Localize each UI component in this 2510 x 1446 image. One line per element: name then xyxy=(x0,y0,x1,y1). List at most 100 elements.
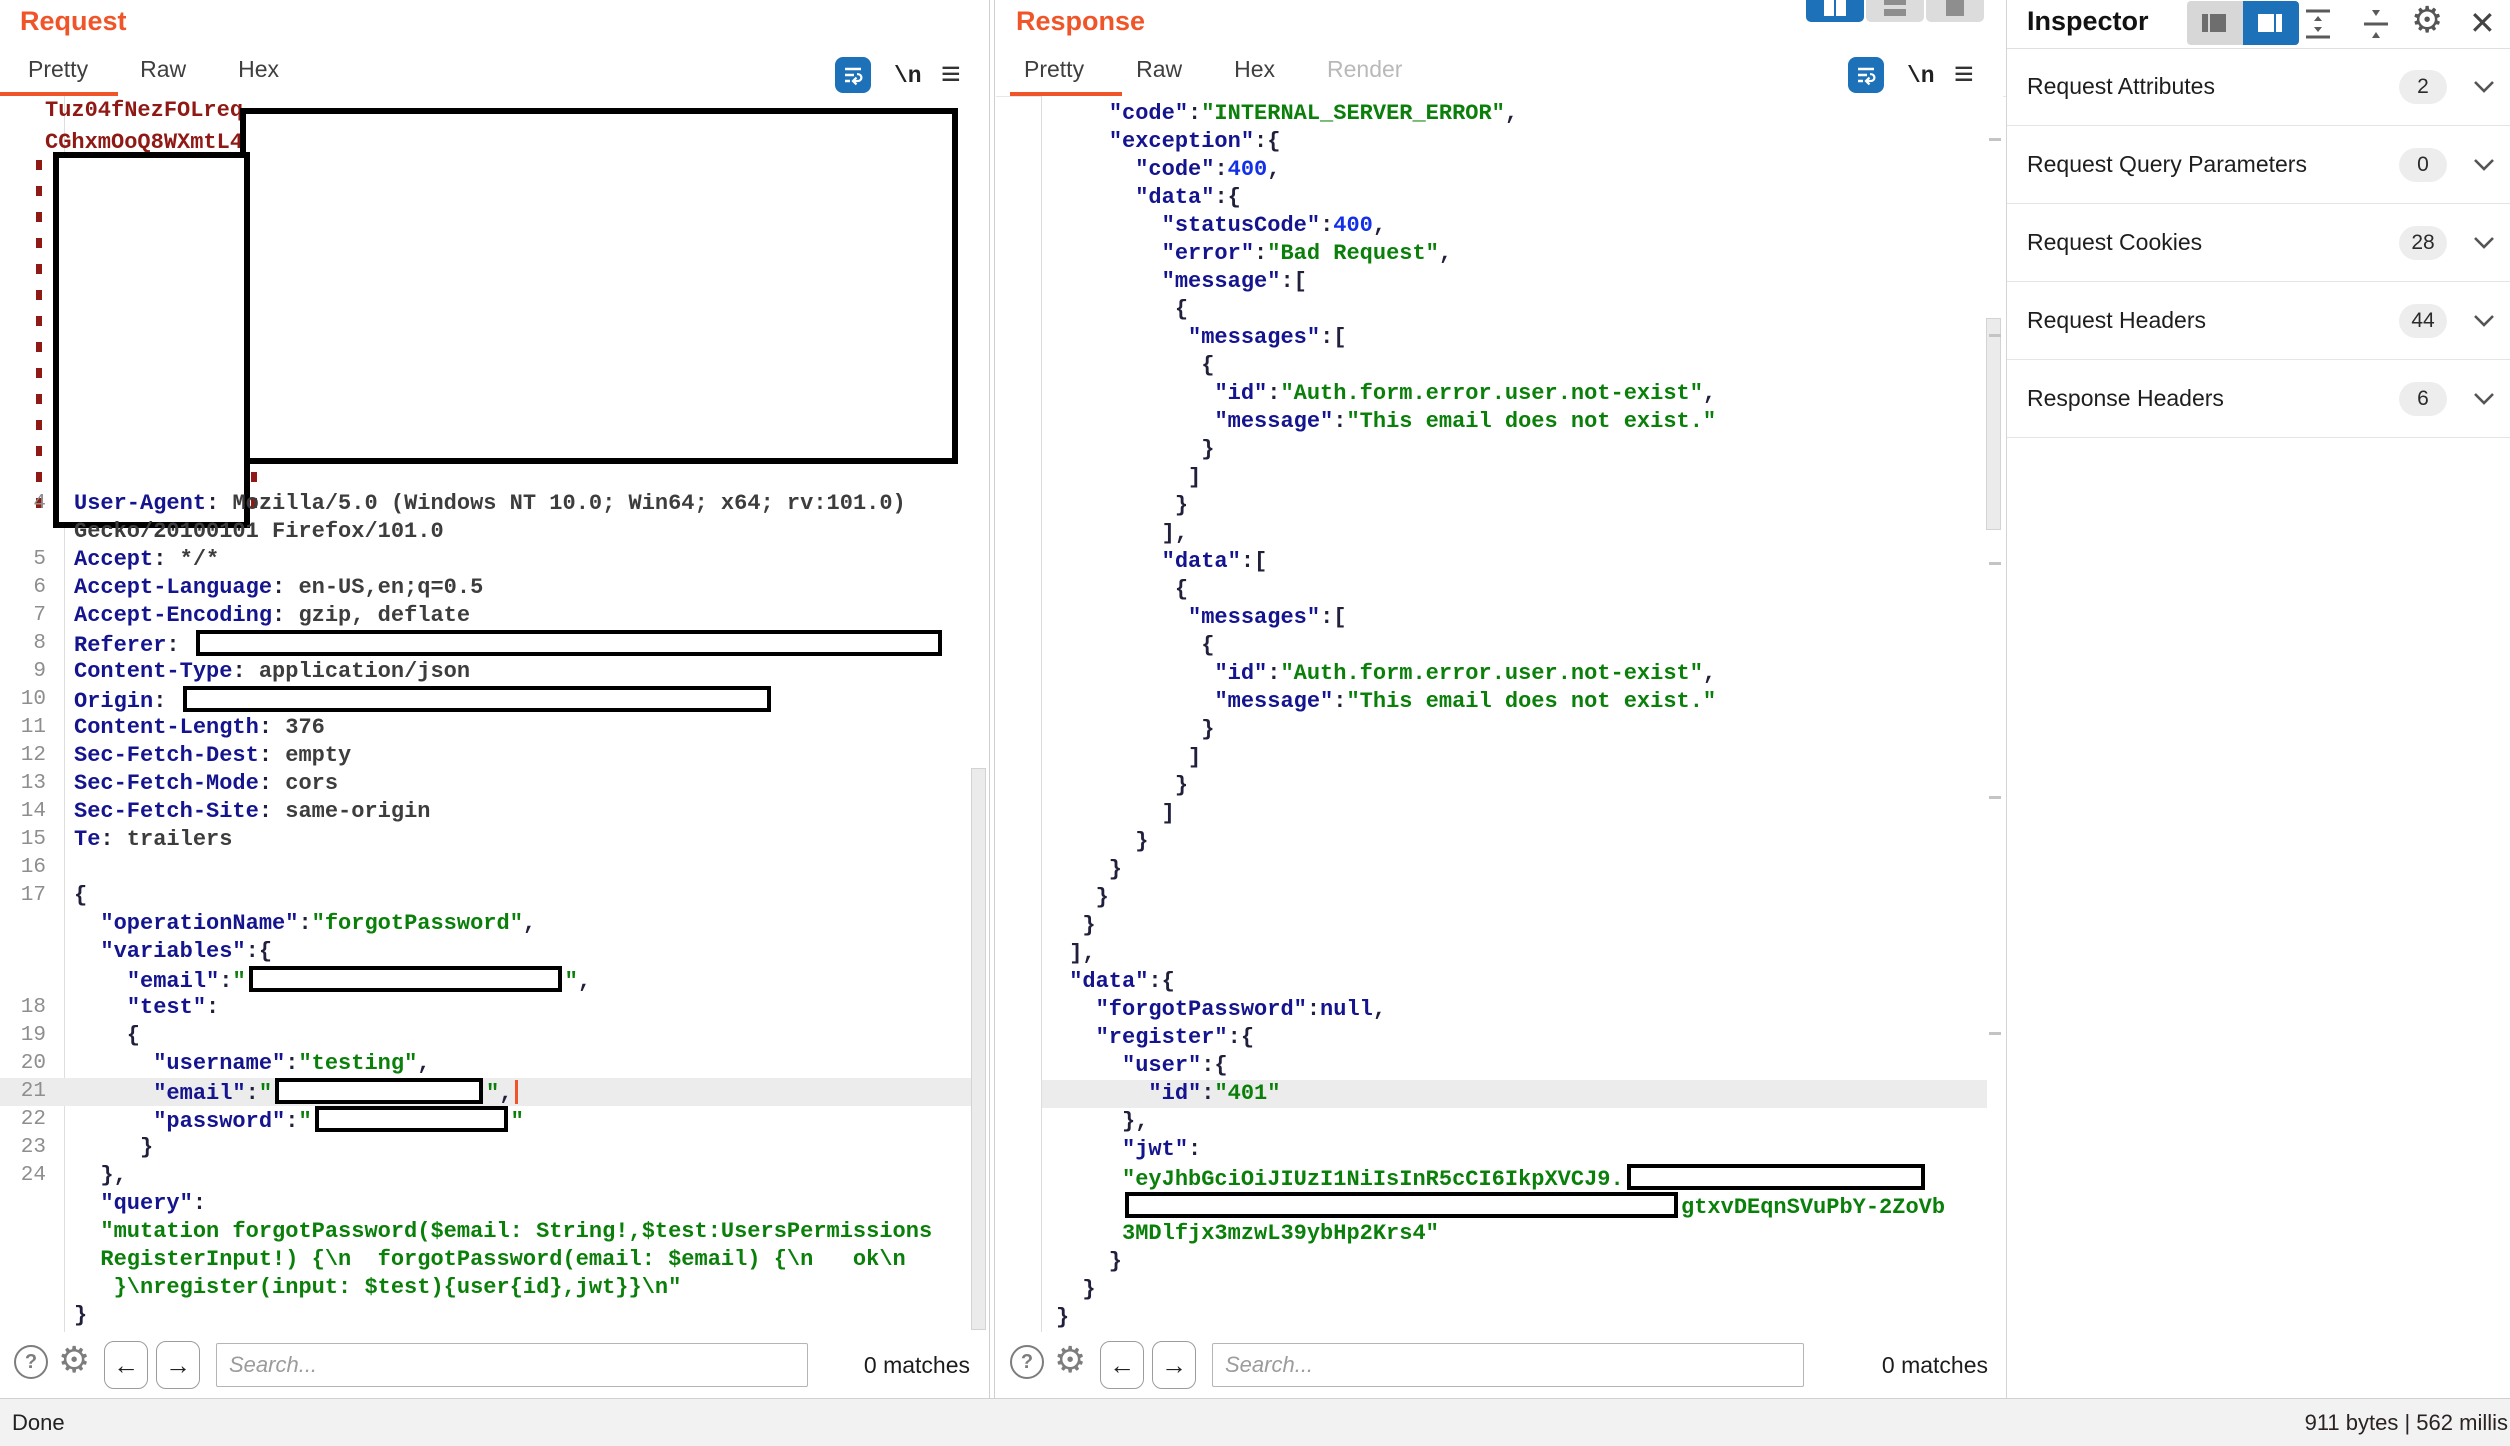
redacted-text-fragments-left xyxy=(36,160,42,516)
tab-pretty[interactable]: Pretty xyxy=(28,56,88,96)
code-line: "register":{ xyxy=(1042,1024,1987,1052)
previous-match-button[interactable]: ← xyxy=(1100,1341,1144,1389)
scrollbar-marker xyxy=(1989,562,2001,565)
code-line: ], xyxy=(1042,520,1987,548)
code-line: 16 xyxy=(0,854,972,882)
code-line: { xyxy=(1042,352,1987,380)
code-line: RegisterInput!) {\n forgotPassword(email… xyxy=(0,1246,972,1274)
text-cursor xyxy=(515,1080,518,1104)
inspector-section-request-attributes[interactable]: Request Attributes 2 xyxy=(2007,48,2510,126)
response-panel-title: Response xyxy=(1016,6,1145,37)
chevron-down-icon[interactable] xyxy=(2473,314,2495,332)
inspector-section-label: Request Attributes xyxy=(2027,48,2215,125)
newline-toggle-icon[interactable]: \n xyxy=(894,63,922,89)
code-line: } xyxy=(1042,1304,1987,1332)
search-settings-gear-icon[interactable]: ⚙ xyxy=(1054,1340,1086,1381)
code-line: } xyxy=(1042,772,1987,800)
line-number: 7 xyxy=(0,602,46,630)
side-by-side-layout-icon[interactable] xyxy=(1806,0,1864,22)
code-line: "operationName":"forgotPassword", xyxy=(0,910,972,938)
chevron-down-icon[interactable] xyxy=(2473,80,2495,98)
code-line: "user":{ xyxy=(1042,1052,1987,1080)
dock-left-layout-icon[interactable] xyxy=(2187,1,2243,45)
inspector-close-icon[interactable]: ✕ xyxy=(2469,4,2496,42)
inspector-section-label: Request Headers xyxy=(2027,282,2206,359)
code-line: 3MDlfjx3mzwL39ybHp2Krs4" xyxy=(1042,1220,1987,1248)
word-wrap-icon[interactable] xyxy=(835,57,871,93)
dock-right-layout-icon[interactable] xyxy=(2243,1,2299,45)
request-search-input[interactable] xyxy=(216,1343,808,1387)
line-number: 17 xyxy=(0,882,46,910)
count-badge: 0 xyxy=(2399,148,2447,182)
inspector-section-request-headers[interactable]: Request Headers44 xyxy=(2007,282,2510,360)
inspector-dock-toggle-group xyxy=(2187,1,2299,45)
tab-raw[interactable]: Raw xyxy=(140,56,186,96)
status-text: Done xyxy=(12,1410,65,1436)
response-editor[interactable]: "code":"INTERNAL_SERVER_ERROR", "excepti… xyxy=(1041,96,2003,1333)
previous-match-button[interactable]: ← xyxy=(104,1341,148,1389)
inspector-section-request-query-parameters[interactable]: Request Query Parameters0 xyxy=(2007,126,2510,204)
line-number: 24 xyxy=(0,1162,46,1190)
newline-toggle-icon[interactable]: \n xyxy=(1907,63,1935,89)
code-line: } xyxy=(0,1302,972,1330)
code-line: 20 "username":"testing", xyxy=(0,1050,972,1078)
next-match-button[interactable]: → xyxy=(1152,1341,1196,1389)
tab-pretty[interactable]: Pretty xyxy=(1024,56,1084,96)
redaction-box xyxy=(249,966,562,992)
code-line: "data":[ xyxy=(1042,548,1987,576)
response-search-input[interactable] xyxy=(1212,1343,1804,1387)
request-match-count: 0 matches xyxy=(864,1352,970,1379)
inspector-section-request-cookies[interactable]: Request Cookies28 xyxy=(2007,204,2510,282)
tab-render[interactable]: Render xyxy=(1327,56,1402,96)
code-line: "exception":{ xyxy=(1042,128,1987,156)
chevron-down-icon[interactable] xyxy=(2473,236,2495,254)
inspector-section-response-headers[interactable]: Response Headers6 xyxy=(2007,360,2510,438)
code-line: { xyxy=(1042,576,1987,604)
expand-all-icon[interactable] xyxy=(2359,8,2393,45)
redaction-box-large xyxy=(240,108,958,464)
search-settings-gear-icon[interactable]: ⚙ xyxy=(58,1340,90,1381)
next-match-button[interactable]: → xyxy=(156,1341,200,1389)
tab-hex[interactable]: Hex xyxy=(1234,56,1275,96)
scrollbar-marker xyxy=(1989,138,2001,141)
code-line: "message":[ xyxy=(1042,268,1987,296)
inspector-settings-gear-icon[interactable]: ⚙ xyxy=(2411,0,2443,41)
code-line: 18 "test": xyxy=(0,994,972,1022)
code-line: "email":"", xyxy=(0,966,972,994)
line-number: 11 xyxy=(0,714,46,742)
panel-divider-1[interactable] xyxy=(989,0,990,1398)
chevron-down-icon[interactable] xyxy=(2473,158,2495,176)
request-editor[interactable]: Tuz04fNezFOLreq CGhxmOoQ8WXmtL4 4User-Ag… xyxy=(0,96,988,1333)
request-scrollbar-thumb[interactable] xyxy=(971,768,986,1330)
code-line: 8Referer: xyxy=(0,630,972,658)
line-number: 19 xyxy=(0,1022,46,1050)
editor-menu-icon[interactable]: ≡ xyxy=(941,56,961,92)
response-scrollbar-thumb[interactable] xyxy=(1986,318,2001,530)
scrollbar-marker xyxy=(1989,1032,2001,1035)
editor-menu-icon[interactable]: ≡ xyxy=(1954,56,1974,92)
scrollbar-marker xyxy=(1989,334,2001,337)
count-badge: 2 xyxy=(2399,70,2447,104)
code-line: }, xyxy=(1042,1108,1987,1136)
code-line: 5Accept: */* xyxy=(0,546,972,574)
help-icon[interactable]: ? xyxy=(1010,1345,1044,1379)
stacked-layout-icon[interactable] xyxy=(1866,0,1924,22)
tab-raw[interactable]: Raw xyxy=(1136,56,1182,96)
code-line: "statusCode":400, xyxy=(1042,212,1987,240)
request-search-bar: ? ⚙ ← → 0 matches xyxy=(0,1332,988,1398)
tab-hex[interactable]: Hex xyxy=(238,56,279,96)
redaction-box xyxy=(315,1106,508,1132)
help-icon[interactable]: ? xyxy=(14,1345,48,1379)
line-number: 16 xyxy=(0,854,46,882)
chevron-down-icon[interactable] xyxy=(2473,392,2495,410)
word-wrap-icon[interactable] xyxy=(1848,57,1884,93)
code-line: "messages":[ xyxy=(1042,324,1987,352)
code-line: ] xyxy=(1042,464,1987,492)
collapse-all-icon[interactable] xyxy=(2301,8,2335,45)
single-view-layout-icon[interactable] xyxy=(1926,0,1984,22)
redaction-box xyxy=(183,686,771,712)
redaction-box xyxy=(196,630,942,656)
code-line: "forgotPassword":null, xyxy=(1042,996,1987,1024)
code-line: "message":"This email does not exist." xyxy=(1042,408,1987,436)
scrollbar-marker xyxy=(1989,796,2001,799)
